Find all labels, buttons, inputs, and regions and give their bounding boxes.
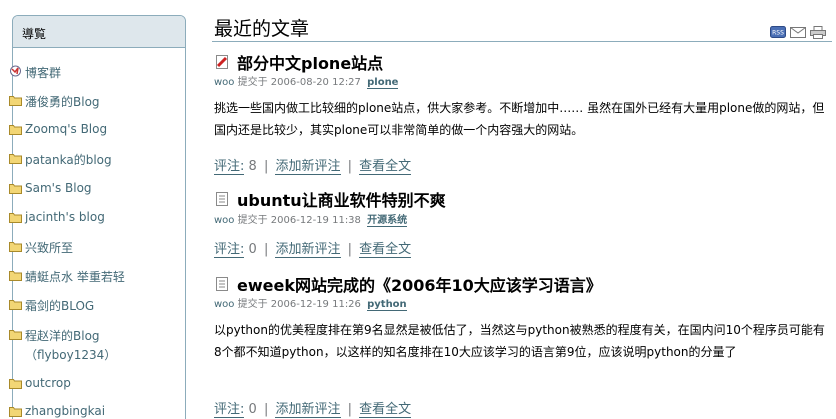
portlet-title: 導覧 [13, 16, 185, 48]
sidebar-item-blog[interactable]: Zoomq's Blog [9, 122, 107, 136]
entry-date: 2006-08-20 12:27 [270, 77, 361, 88]
sidebar-item-label: 兴致所至 [25, 241, 74, 255]
folder-icon [9, 184, 22, 194]
email-icon[interactable] [790, 26, 806, 38]
folder-icon [9, 407, 22, 417]
entry-byline: woo 提交于 2006-12-19 11:26 python [214, 295, 407, 311]
folder-icon [9, 125, 22, 135]
comments-label[interactable]: 评注: [214, 242, 245, 258]
sidebar-item-blog[interactable]: 兴致所至 [9, 239, 73, 256]
separator: | [347, 402, 353, 417]
sidebar-item-blog[interactable]: 蜻蜓点水 举重若轻 [9, 268, 125, 285]
comments-count: 8 [248, 159, 257, 174]
separator: | [263, 242, 269, 257]
rss-label: RSS [772, 30, 784, 37]
entry-date: 2006-12-19 11:38 [270, 215, 361, 226]
document-actions: RSS [770, 26, 826, 39]
view-full-link[interactable]: 查看全文 [359, 159, 412, 175]
add-comment-link[interactable]: 添加新评注 [275, 242, 341, 258]
comments-label[interactable]: 评注: [214, 159, 245, 175]
sidebar-item-blog[interactable]: 霜剑的BLOG [9, 297, 94, 314]
submitted-label: 提交于 [237, 299, 268, 310]
sidebar-item-blog[interactable]: Sam's Blog [9, 181, 92, 195]
folder-icon [9, 154, 22, 164]
sidebar-item-label: jacinth's blog [25, 210, 105, 224]
sidebar-item-label: Zoomq's Blog [25, 122, 108, 136]
document-icon [216, 192, 228, 206]
add-comment-link[interactable]: 添加新评注 [275, 402, 341, 418]
sidebar-item-blog[interactable]: outcrop [9, 376, 71, 390]
sidebar-item-label: zhangbingkai [25, 404, 106, 418]
sidebar-item-blog-group[interactable]: 博客群 [9, 64, 61, 81]
entry-description: 挑选一些国内做工比较细的plone站点，供大家参考。不断增加中…… 虽然在国外已… [214, 101, 825, 137]
category-tag[interactable]: 开源系统 [367, 215, 408, 227]
document-icon [216, 55, 228, 69]
separator: | [347, 242, 353, 257]
document-icon [216, 277, 228, 291]
sidebar-item-blog[interactable]: 程赵洋的Blog [9, 327, 100, 344]
rss-icon[interactable]: RSS [770, 26, 786, 38]
entry-actions: 评注: 0 | 添加新评注 | 查看全文 [214, 398, 412, 418]
entry-date: 2006-12-19 11:26 [270, 299, 361, 310]
sidebar-item-blog[interactable]: zhangbingkai [9, 404, 105, 418]
title-divider [212, 41, 832, 42]
sidebar-item-label: 潘俊勇的Blog [25, 95, 100, 109]
entry-title-text: ubuntu让商业软件特别不爽 [237, 191, 446, 210]
entry-actions: 评注: 0 | 添加新评注 | 查看全文 [214, 238, 412, 258]
entry-description: 以python的优美程度排在第9名显然是被低估了，当然这与python被熟悉的程… [214, 323, 825, 359]
folder-icon [9, 330, 22, 340]
sidebar-item-label: outcrop [25, 376, 71, 390]
category-tag[interactable]: python [367, 299, 407, 311]
separator: | [263, 402, 269, 417]
submitted-label: 提交于 [237, 215, 268, 226]
entry-title[interactable]: ubuntu让商业软件特别不爽 [214, 187, 446, 211]
comments-count: 0 [248, 242, 257, 257]
folder-icon [9, 300, 22, 310]
globe-icon [10, 65, 21, 77]
entry-actions: 评注: 8 | 添加新评注 | 查看全文 [214, 155, 412, 175]
entry-byline: woo 提交于 2006-12-19 11:38 开源系统 [214, 211, 408, 227]
folder-icon [9, 379, 22, 389]
sidebar-item-sublabel[interactable]: （flyboy1234） [25, 346, 116, 363]
folder-icon [9, 96, 22, 106]
sidebar-item-blog[interactable]: 潘俊勇的Blog [9, 93, 100, 110]
submitted-label: 提交于 [237, 77, 268, 88]
view-full-link[interactable]: 查看全文 [359, 242, 412, 258]
print-icon[interactable] [810, 26, 826, 39]
category-tag[interactable]: plone [367, 77, 399, 89]
sidebar-item-label: 程赵洋的Blog [25, 329, 100, 343]
sidebar-item-blog[interactable]: patanka的blog [9, 151, 112, 168]
view-full-link[interactable]: 查看全文 [359, 402, 412, 418]
author-link[interactable]: woo [214, 77, 234, 88]
entry-title-text: eweek网站完成的《2006年10大应该学习语言》 [237, 276, 602, 295]
comments-label[interactable]: 评注: [214, 402, 245, 418]
sidebar-item-label: 博客群 [25, 66, 62, 80]
separator: | [347, 159, 353, 174]
sidebar-item-label: 霜剑的BLOG [25, 299, 95, 313]
entry-title[interactable]: 部分中文plone站点 [214, 50, 383, 74]
page-title: 最近的文章 [214, 18, 310, 40]
folder-icon [9, 271, 22, 281]
sidebar-item-label: patanka的blog [25, 153, 112, 167]
folder-icon [9, 242, 22, 252]
entry-byline: woo 提交于 2006-08-20 12:27 plone [214, 73, 399, 89]
separator: | [263, 159, 269, 174]
sidebar-item-label: Sam's Blog [25, 181, 92, 195]
entry-title[interactable]: eweek网站完成的《2006年10大应该学习语言》 [214, 272, 602, 296]
folder-icon [9, 213, 22, 223]
entry-title-text: 部分中文plone站点 [237, 54, 384, 73]
sidebar-item-blog[interactable]: jacinth's blog [9, 210, 105, 224]
add-comment-link[interactable]: 添加新评注 [275, 159, 341, 175]
sidebar-item-label: 蜻蜓点水 举重若轻 [25, 270, 125, 284]
author-link[interactable]: woo [214, 215, 234, 226]
author-link[interactable]: woo [214, 299, 234, 310]
comments-count: 0 [248, 402, 257, 417]
